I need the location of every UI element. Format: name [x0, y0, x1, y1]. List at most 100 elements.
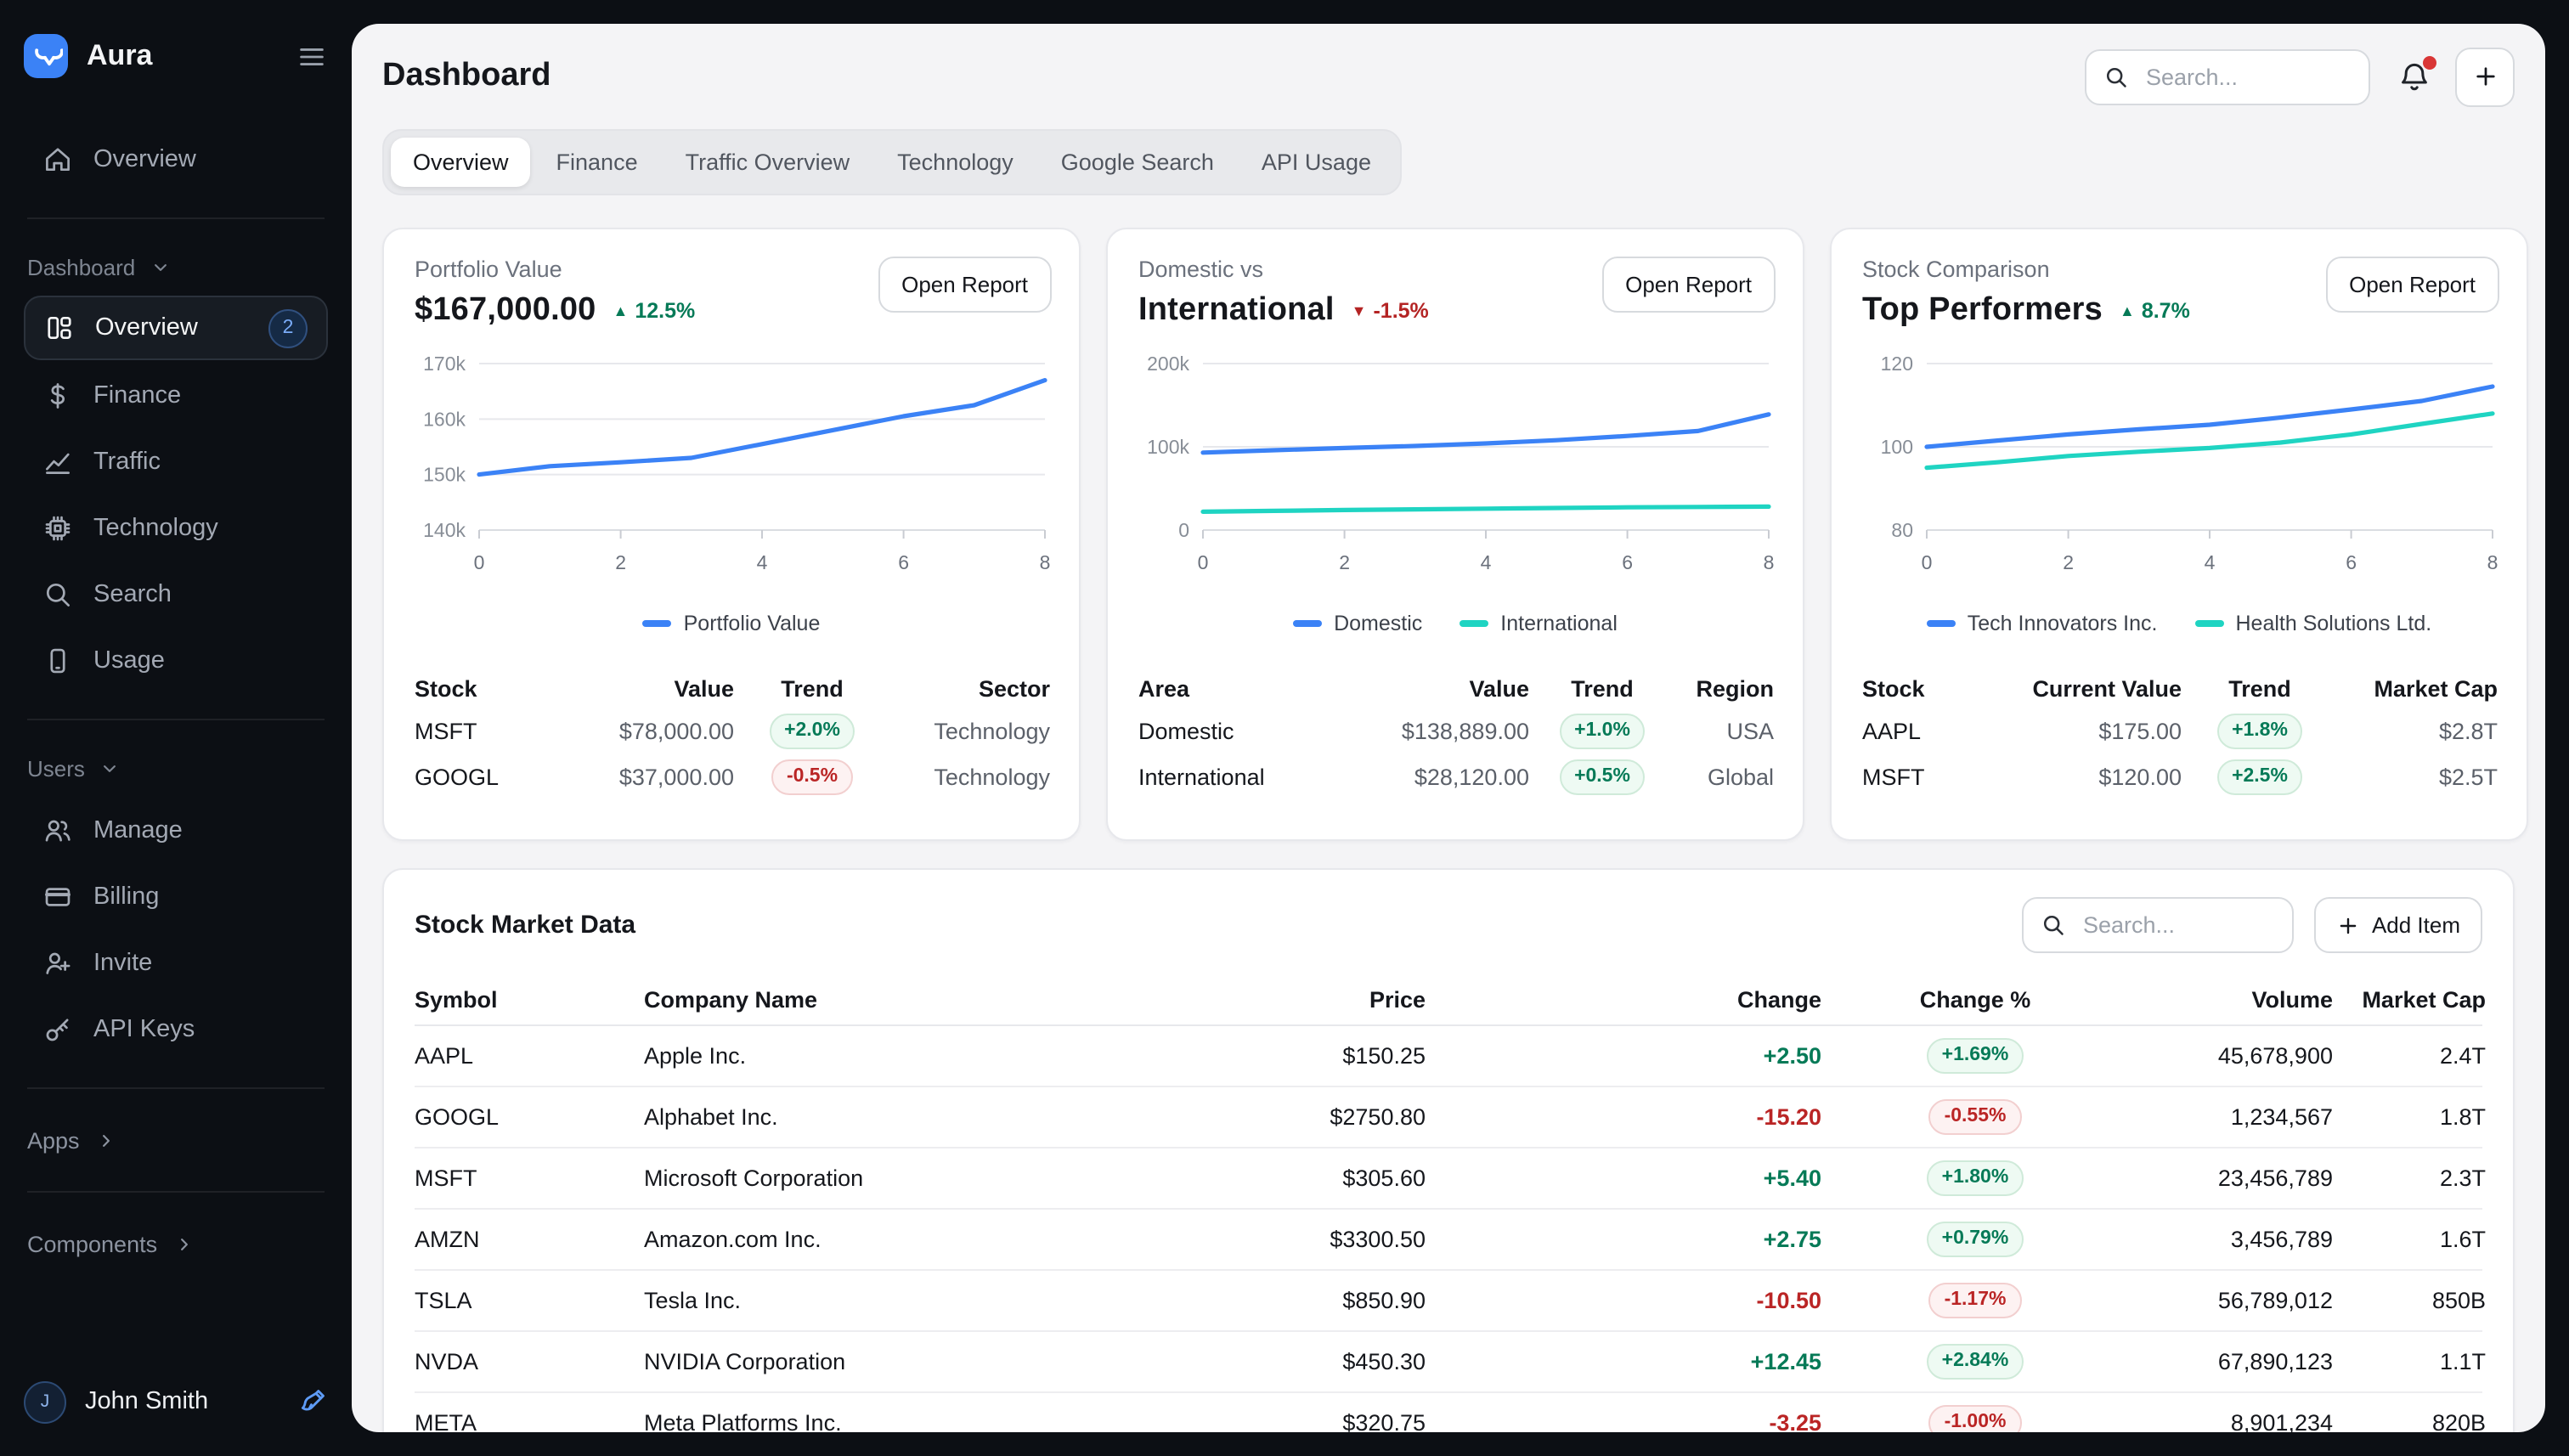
mini-col-header: Trend — [734, 668, 890, 708]
column-header: Market Cap — [2333, 986, 2486, 1012]
change-pct-badge: +0.79% — [1927, 1221, 2024, 1258]
divider — [27, 1191, 325, 1193]
sidebar-item-finance[interactable]: Finance — [24, 362, 328, 428]
table-cell: 8,901,234 — [2129, 1410, 2333, 1432]
table-cell: $2750.80 — [1222, 1104, 1426, 1130]
svg-text:160k: 160k — [423, 408, 466, 430]
add-item-button[interactable]: Add Item — [2314, 897, 2482, 953]
table-cell: Microsoft Corporation — [644, 1165, 1222, 1191]
stock-market-data-card: Stock Market Data Add Item SymbolCompany… — [382, 868, 2515, 1432]
tab-finance[interactable]: Finance — [534, 138, 660, 187]
table-cell: 1.6T — [2333, 1227, 2486, 1252]
user-plus-icon — [42, 947, 73, 978]
mini-cell: $2.8T — [2338, 708, 2498, 754]
chevron-right-icon — [172, 1233, 195, 1255]
sidebar-item-overview[interactable]: Overview2 — [24, 296, 328, 360]
table-cell: 2.3T — [2333, 1165, 2486, 1191]
plus-icon — [2336, 913, 2360, 937]
sidebar-group-dashboard[interactable]: Dashboard — [24, 245, 328, 289]
stat-cards: Portfolio Value $167,000.00 ▲12.5% Open … — [382, 228, 2515, 841]
sidebar-item-label: Finance — [93, 381, 309, 409]
legend-item: Health Solutions Ltd. — [2195, 612, 2432, 635]
mini-col-header: Current Value — [2015, 668, 2182, 708]
table-cell: 3,456,789 — [2129, 1227, 2333, 1252]
tab-traffic-overview[interactable]: Traffic Overview — [663, 138, 872, 187]
mini-cell: $78,000.00 — [567, 708, 734, 754]
sidebar-item-technology[interactable]: Technology — [24, 494, 328, 561]
sidebar-item-search[interactable]: Search — [24, 561, 328, 627]
table-cell: 1.8T — [2333, 1104, 2486, 1130]
user-row[interactable]: J John Smith — [24, 1374, 328, 1429]
trend-badge: +1.0% — [1559, 713, 1646, 750]
open-report-button[interactable]: Open Report — [1601, 257, 1776, 313]
plus-icon — [2471, 63, 2498, 90]
table-cell: 23,456,789 — [2129, 1165, 2333, 1191]
add-button[interactable] — [2455, 47, 2515, 106]
key-icon — [42, 1013, 73, 1044]
mini-cell: Domestic — [1138, 708, 1312, 754]
sidebar-item-invite[interactable]: Invite — [24, 929, 328, 996]
svg-text:150k: 150k — [423, 464, 466, 486]
legend-swatch — [1927, 621, 1956, 627]
legend-swatch — [643, 621, 672, 627]
table-cell: AAPL — [415, 1043, 644, 1069]
mini-col-header: Sector — [890, 668, 1050, 708]
sidebar-item-manage[interactable]: Manage — [24, 797, 328, 863]
svg-text:8: 8 — [1764, 551, 1775, 573]
search-icon — [2041, 912, 2066, 938]
table-row: AMZNAmazon.com Inc.$3300.50+2.75+0.79%3,… — [415, 1210, 2482, 1271]
global-search-input[interactable] — [2143, 62, 2352, 91]
open-report-button[interactable]: Open Report — [2325, 257, 2499, 313]
sidebar-item-label: Overview — [93, 145, 309, 172]
trend-badge: -0.5% — [771, 759, 853, 796]
tab-overview[interactable]: Overview — [391, 138, 531, 187]
sidebar-item-overview[interactable]: Overview — [24, 126, 328, 192]
mini-cell: $28,120.00 — [1312, 754, 1529, 800]
table-cell: NVIDIA Corporation — [644, 1349, 1222, 1374]
table-cell: $150.25 — [1222, 1043, 1426, 1069]
tab-api-usage[interactable]: API Usage — [1239, 138, 1393, 187]
svg-text:4: 4 — [757, 551, 768, 573]
sidebar-item-traffic[interactable]: Traffic — [24, 428, 328, 494]
tab-google-search[interactable]: Google Search — [1039, 138, 1236, 187]
svg-text:2: 2 — [1339, 551, 1350, 573]
table-cell: $3300.50 — [1222, 1227, 1426, 1252]
paintbrush-icon[interactable] — [296, 1385, 328, 1418]
sidebar-item-usage[interactable]: Usage — [24, 627, 328, 693]
app-root: Aura OverviewDashboardOverview2FinanceTr… — [0, 0, 2569, 1456]
table-cell: $320.75 — [1222, 1410, 1426, 1432]
change-pct-cell: -0.55% — [1821, 1098, 2129, 1136]
sidebar-link-apps[interactable]: Apps — [24, 1115, 328, 1165]
card-headline: Top Performers — [1862, 292, 2103, 330]
table-cell: NVDA — [415, 1349, 644, 1374]
mini-col-header: Stock — [1862, 668, 2015, 708]
table-search-input[interactable] — [2080, 911, 2275, 940]
svg-text:6: 6 — [1622, 551, 1633, 573]
svg-text:140k: 140k — [423, 519, 466, 541]
table-cell: $850.90 — [1222, 1288, 1426, 1313]
mini-col-header: Stock — [415, 668, 567, 708]
sidebar-group-users[interactable]: Users — [24, 746, 328, 790]
mini-col-header: Trend — [1529, 668, 1675, 708]
sidebar-link-components[interactable]: Components — [24, 1218, 328, 1269]
hamburger-menu-icon[interactable] — [296, 40, 328, 72]
tab-technology[interactable]: Technology — [875, 138, 1036, 187]
chevron-down-icon — [149, 256, 171, 278]
card-domestic-international: Domestic vs International ▼-1.5% Open Re… — [1106, 228, 1804, 841]
trend-badge: +0.5% — [1559, 759, 1646, 796]
svg-text:170k: 170k — [423, 353, 466, 375]
domestic-international-chart: 0100k200k02468 — [1138, 350, 1772, 596]
svg-text:0: 0 — [474, 551, 485, 573]
sidebar-item-billing[interactable]: Billing — [24, 863, 328, 929]
table-row: MSFTMicrosoft Corporation$305.60+5.40+1.… — [415, 1148, 2482, 1210]
table-header-row: SymbolCompany NamePriceChangeChange %Vol… — [415, 973, 2482, 1026]
tab-bar: OverviewFinanceTraffic OverviewTechnolog… — [382, 129, 1402, 195]
sidebar-item-label: Traffic — [93, 448, 309, 475]
card-headline: International — [1138, 292, 1335, 330]
brand[interactable]: Aura — [24, 31, 328, 82]
sidebar-item-api-keys[interactable]: API Keys — [24, 996, 328, 1062]
open-report-button[interactable]: Open Report — [878, 257, 1052, 313]
mini-cell: +1.0% — [1529, 708, 1675, 754]
notifications-button[interactable] — [2397, 59, 2431, 93]
trend-badge: +2.0% — [769, 713, 855, 750]
